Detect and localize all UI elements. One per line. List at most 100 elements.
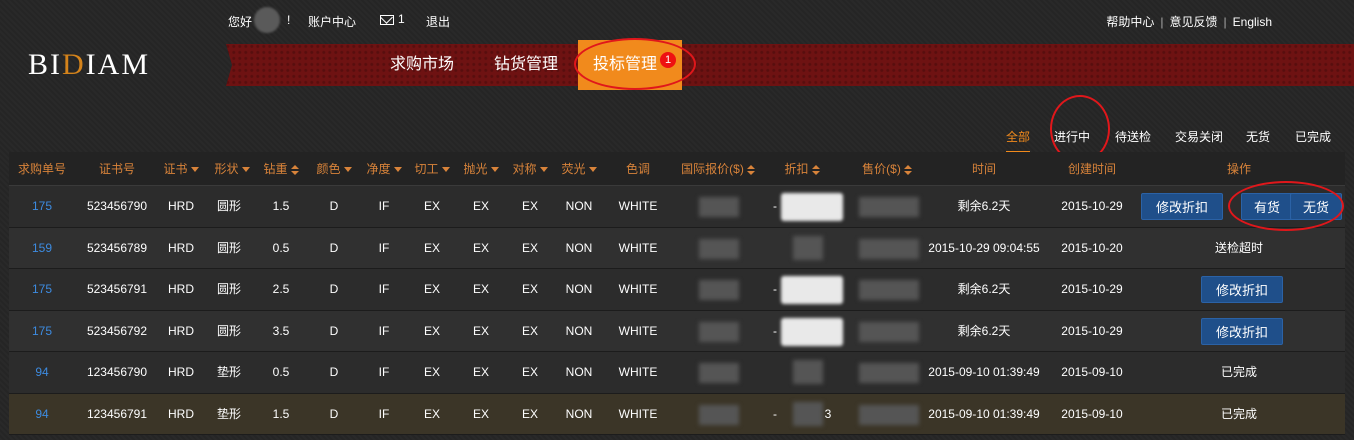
col-weight[interactable]: 钻重 [259,152,303,186]
order-no-link[interactable]: 94 [9,352,75,393]
table-body: 175 523456790 HRD 圆形 1.5 D IF EX EX EX NON WHITE 剩余6… [9,186,1345,435]
created-cell: 2015-10-29 [1061,199,1123,213]
chevron-down-icon [490,167,499,173]
col-intl-price[interactable]: 国际报价($) [673,152,763,186]
col-color[interactable]: 颜色 [311,152,357,186]
action-status: 送检超时 [1214,240,1263,255]
logo-text: IAM [85,48,151,81]
logout-link[interactable]: 退出 [426,13,450,30]
header-label: 售价($) [862,162,901,176]
edit-discount-button[interactable]: 修改折扣 [1201,317,1283,345]
col-fluorescence[interactable]: 荧光 [555,152,603,186]
logo[interactable]: BIDIAM [28,48,150,82]
col-clarity[interactable]: 净度 [361,152,407,186]
chevron-down-icon [241,167,250,173]
greeting-text: 您好 [228,15,253,29]
discount-prefix [767,352,783,393]
clarity-cell: IF [378,406,390,421]
header-label: 对称 [512,162,537,176]
chevron-down-icon [441,167,450,173]
intl-price-redacted [699,404,739,425]
mail-link[interactable]: 1 [380,12,405,26]
weight-cell: 0.5 [272,240,290,255]
header-label: 颜色 [316,162,341,176]
chevron-down-icon [343,167,352,173]
symmetry-cell: EX [521,365,538,379]
col-polish[interactable]: 抛光 [457,152,505,186]
price-redacted [859,404,919,425]
price-redacted [859,321,919,342]
color-cell: D [329,323,339,338]
col-shape[interactable]: 形状 [209,152,255,186]
separator: | [1223,15,1227,29]
discount-input[interactable] [781,193,843,221]
col-symmetry[interactable]: 对称 [507,152,553,186]
nav-item-market[interactable]: 求购市场 [390,40,454,90]
feedback-link[interactable]: 意见反馈 [1170,15,1218,29]
account-center-link[interactable]: 账户中心 [308,13,356,30]
sort-icon [903,164,912,175]
tab-out-of-stock[interactable]: 无货 [1246,128,1270,145]
language-link[interactable]: English [1233,15,1272,29]
mail-count: 1 [398,12,405,26]
cut-cell: EX [423,240,440,255]
order-no-link[interactable]: 175 [9,311,75,352]
order-no-link[interactable]: 159 [9,228,75,269]
discount-input[interactable] [781,276,843,304]
nav-badge: 1 [660,52,676,68]
header-label: 国际报价($) [681,162,744,176]
header-label: 抛光 [463,162,488,176]
order-no-link[interactable]: 175 [9,186,75,227]
col-cut[interactable]: 切工 [409,152,455,186]
header-label: 操作 [1226,162,1251,176]
fluorescence-cell: NON [565,323,593,338]
table-row: 94 123456791 HRD 垫形 1.5 D IF EX EX EX NON WHITE 2015… [9,393,1345,435]
time-cell: 2015-09-10 01:39:49 [928,365,1040,379]
symmetry-cell: EX [521,323,538,338]
discount-prefix [767,228,783,269]
sort-icon [290,164,299,175]
created-cell: 2015-10-29 [1061,323,1123,338]
price-redacted [859,238,919,259]
tone-cell: WHITE [618,282,658,296]
nav-item-bidding[interactable]: 投标管理 1 [578,40,682,90]
edit-discount-button[interactable]: 修改折扣 [1201,276,1283,303]
in-stock-button[interactable]: 有货 [1241,193,1293,220]
shape-cell: 圆形 [216,282,241,296]
polish-cell: EX [472,406,489,421]
tab-all[interactable]: 全部 [1006,128,1031,152]
price-redacted [859,197,919,217]
cert-cell: HRD [168,199,194,213]
avatar [254,7,280,33]
col-cert[interactable]: 证书 [159,152,203,186]
tab-closed[interactable]: 交易关闭 [1175,128,1223,145]
bid-table: 求购单号 证书号 证书 形状 钻重 颜色 净度 切工 抛光 对称 荧光 色调 国… [9,152,1345,435]
intl-price-redacted [699,280,739,300]
color-cell: D [329,240,339,255]
intl-price-redacted [699,238,739,259]
edit-discount-button[interactable]: 修改折扣 [1141,193,1223,220]
col-price[interactable]: 售价($) [851,152,923,186]
symmetry-cell: EX [521,240,538,255]
polish-cell: EX [472,240,489,255]
tab-pending-inspection[interactable]: 待送检 [1115,128,1151,145]
cert-no-cell: 523456789 [86,240,148,255]
time-cell: 2015-09-10 01:39:49 [928,406,1040,421]
nav-item-inventory[interactable]: 钻货管理 [494,40,558,90]
shape-cell: 垫形 [216,365,241,379]
tab-completed[interactable]: 已完成 [1295,128,1331,145]
shape-cell: 圆形 [216,240,241,255]
cert-no-cell: 123456791 [86,406,148,421]
discount-input[interactable] [781,317,843,346]
created-cell: 2015-09-10 [1061,406,1123,421]
cut-cell: EX [423,282,440,296]
weight-cell: 3.5 [272,323,290,338]
order-no-link[interactable]: 175 [9,269,75,310]
order-no-link[interactable]: 94 [9,394,75,435]
header-label: 色调 [625,162,650,176]
tab-in-progress[interactable]: 进行中 [1054,128,1090,145]
col-discount[interactable]: 折扣 [777,152,827,186]
col-time: 时间 [939,152,1029,186]
out-of-stock-button[interactable]: 无货 [1290,193,1342,220]
help-center-link[interactable]: 帮助中心 [1106,15,1154,29]
